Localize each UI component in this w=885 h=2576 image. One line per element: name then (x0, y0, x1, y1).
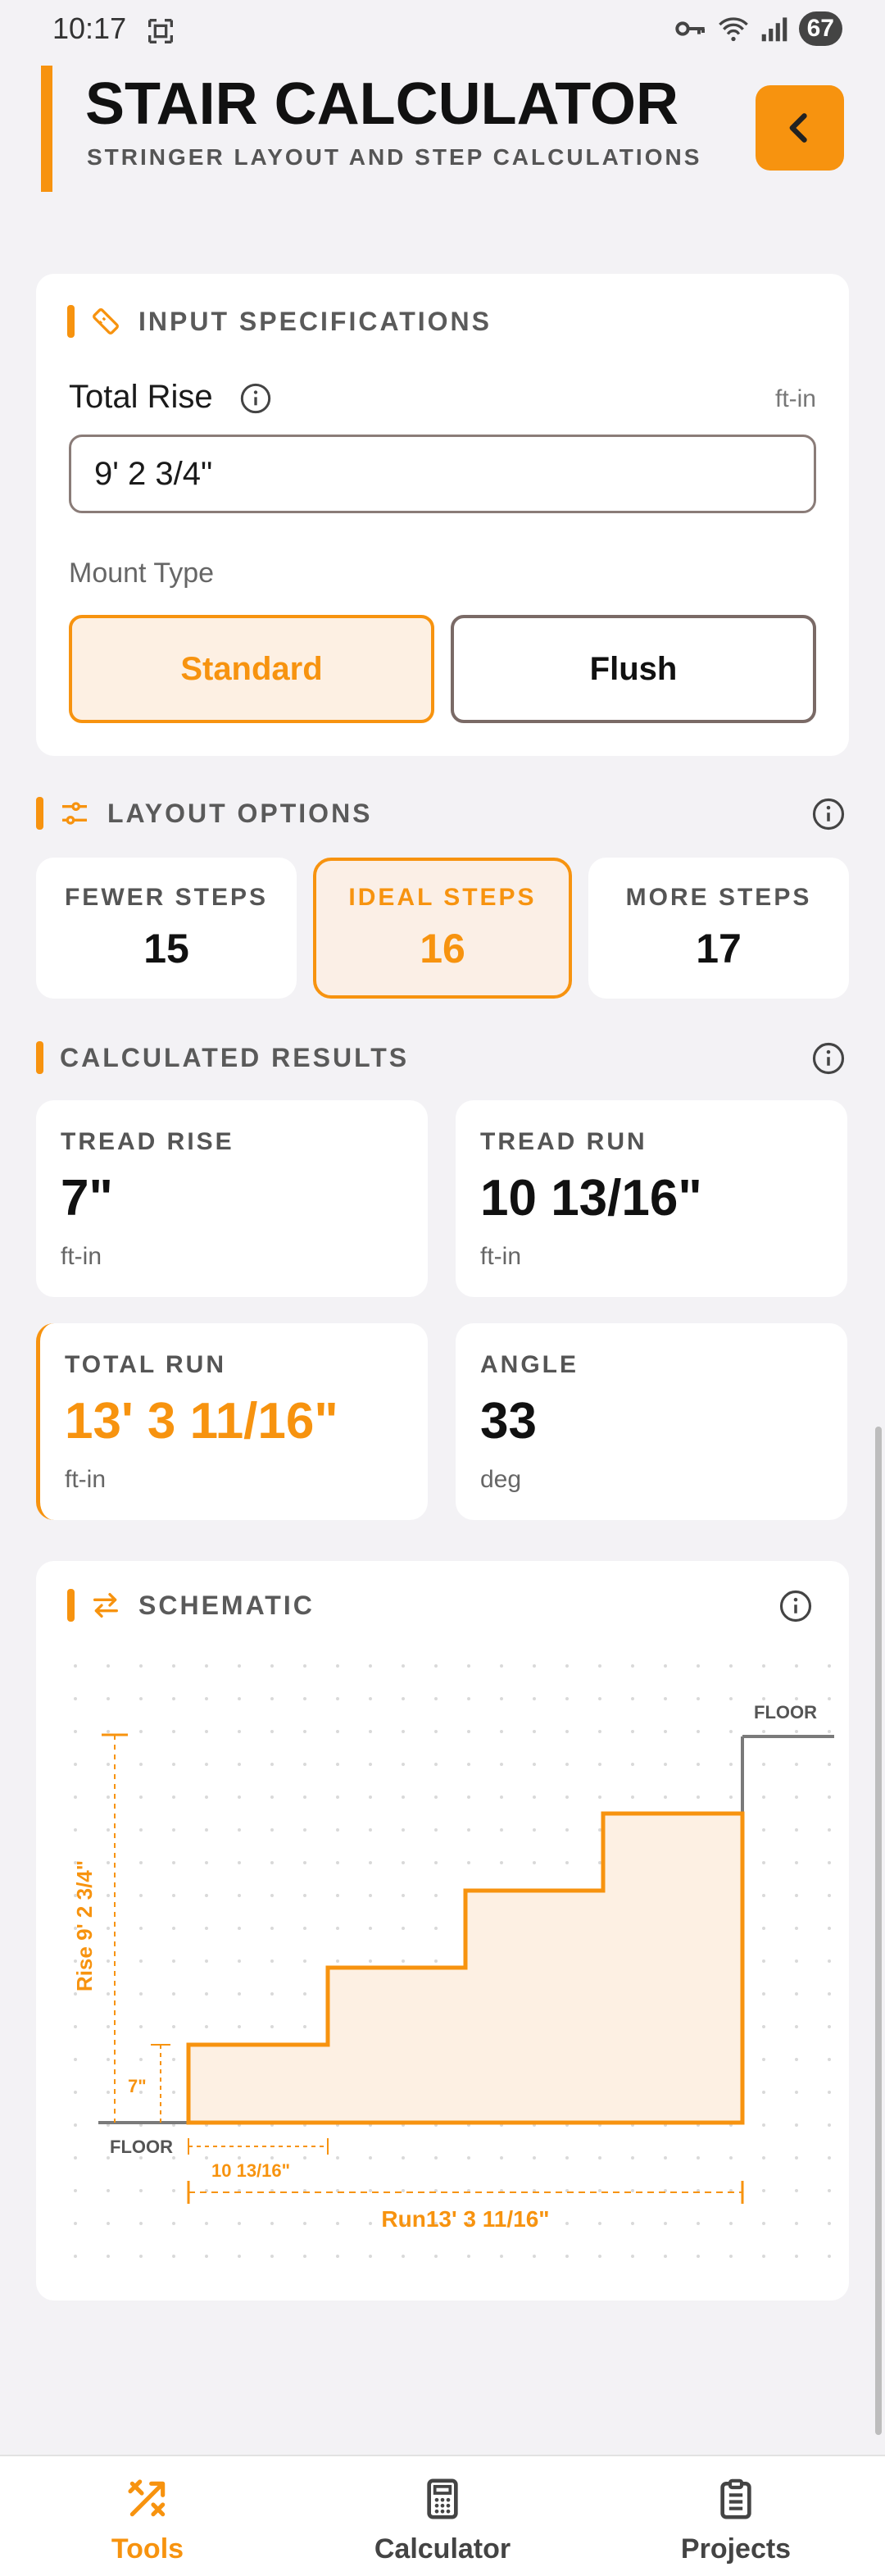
info-icon[interactable] (239, 382, 272, 415)
total-run-label: Run13' 3 11/16" (381, 2206, 549, 2232)
screen-record-icon (148, 19, 173, 43)
bottom-floor-label: FLOOR (110, 2137, 173, 2157)
result-value: 13' 3 11/16" (65, 1393, 338, 1450)
nav-calculator[interactable]: Calculator (320, 2456, 565, 2576)
result-value: 7" (61, 1170, 113, 1227)
result-total-run: TOTAL RUN 13' 3 11/16" ft-in (36, 1323, 428, 1520)
calculator-icon (427, 2478, 458, 2519)
top-floor-label: FLOOR (754, 1702, 817, 1723)
scrollbar[interactable] (875, 1427, 882, 2435)
nav-label: Calculator (374, 2533, 511, 2565)
back-button[interactable] (756, 85, 844, 171)
result-unit: ft-in (480, 1243, 522, 1270)
nav-tools[interactable]: Tools (25, 2456, 270, 2576)
page-title: STAIR CALCULATOR (85, 71, 678, 137)
total-rise-unit: ft-in (774, 385, 816, 412)
info-icon[interactable] (811, 1041, 846, 1076)
wifi-icon (718, 17, 748, 42)
section-accent (67, 305, 75, 338)
result-label: TREAD RISE (61, 1128, 234, 1155)
section-title: INPUT SPECIFICATIONS (138, 306, 492, 336)
page-subtitle: STRINGER LAYOUT AND STEP CALCULATIONS (87, 144, 702, 170)
total-rise-input[interactable] (69, 435, 816, 513)
input-specifications-header: INPUT SPECIFICATIONS (67, 305, 492, 338)
result-unit: deg (480, 1466, 522, 1493)
battery-indicator: 67 (798, 11, 842, 46)
section-title: CALCULATED RESULTS (60, 1042, 410, 1072)
status-bar: 10:17 67 (0, 0, 885, 64)
schematic-card: SCHEMATIC FLOOR FLOOR Rise 9' 2 3/4" 7" (36, 1561, 849, 2301)
result-unit: ft-in (61, 1243, 102, 1270)
input-specifications-card: INPUT SPECIFICATIONS Total Rise ft-in Mo… (36, 274, 849, 756)
status-time: 10:17 (52, 11, 127, 45)
result-label: TOTAL RUN (65, 1351, 226, 1378)
result-tread-rise: TREAD RISE 7" ft-in (36, 1100, 428, 1297)
result-label: TREAD RUN (480, 1128, 647, 1155)
sliders-icon (62, 802, 87, 825)
step-rise-label: 7" (128, 2076, 147, 2096)
option-value: 17 (696, 926, 742, 972)
option-value: 16 (420, 926, 465, 972)
option-more-steps[interactable]: MORE STEPS 17 (588, 858, 849, 999)
signal-icon (761, 17, 787, 42)
bottom-navigation: Tools Calculator Projects (0, 2455, 885, 2576)
section-accent (36, 1041, 43, 1074)
result-angle: ANGLE 33 deg (456, 1323, 847, 1520)
nav-label: Projects (680, 2533, 792, 2565)
mount-standard-button[interactable]: Standard (69, 615, 434, 723)
mount-flush-button[interactable]: Flush (451, 615, 816, 723)
chevron-left-icon (789, 113, 807, 143)
nav-projects[interactable]: Projects (613, 2456, 859, 2576)
ruler-icon (93, 308, 119, 335)
total-rise-label: Total Rise (69, 379, 213, 415)
option-label: MORE STEPS (625, 884, 812, 911)
result-value: 10 13/16" (480, 1170, 702, 1227)
info-icon[interactable] (811, 797, 846, 831)
result-unit: ft-in (65, 1466, 107, 1493)
mount-type-label: Mount Type (69, 558, 215, 589)
option-fewer-steps[interactable]: FEWER STEPS 15 (36, 858, 297, 999)
rise-label: Rise 9' 2 3/4" (72, 1860, 97, 1991)
stair-schematic: FLOOR FLOOR Rise 9' 2 3/4" 7" 10 13/16" … (52, 1651, 834, 2282)
header-accent-bar (41, 66, 52, 192)
section-title: LAYOUT OPTIONS (107, 798, 373, 828)
clipboard-icon (720, 2478, 751, 2519)
calculated-results-header: CALCULATED RESULTS (36, 1041, 409, 1074)
tools-icon (128, 2479, 166, 2517)
option-value: 15 (143, 926, 189, 972)
nav-label: Tools (111, 2533, 184, 2565)
section-accent (36, 797, 43, 830)
option-ideal-steps[interactable]: IDEAL STEPS 16 (313, 858, 572, 999)
result-tread-run: TREAD RUN 10 13/16" ft-in (456, 1100, 847, 1297)
option-label: FEWER STEPS (64, 884, 269, 911)
result-value: 33 (480, 1393, 537, 1450)
app-header: STAIR CALCULATOR STRINGER LAYOUT AND STE… (0, 64, 885, 195)
step-run-label: 10 13/16" (211, 2160, 290, 2181)
key-icon (674, 21, 705, 36)
result-label: ANGLE (480, 1351, 579, 1378)
layout-options-header: LAYOUT OPTIONS (36, 797, 373, 830)
option-label: IDEAL STEPS (348, 884, 537, 911)
